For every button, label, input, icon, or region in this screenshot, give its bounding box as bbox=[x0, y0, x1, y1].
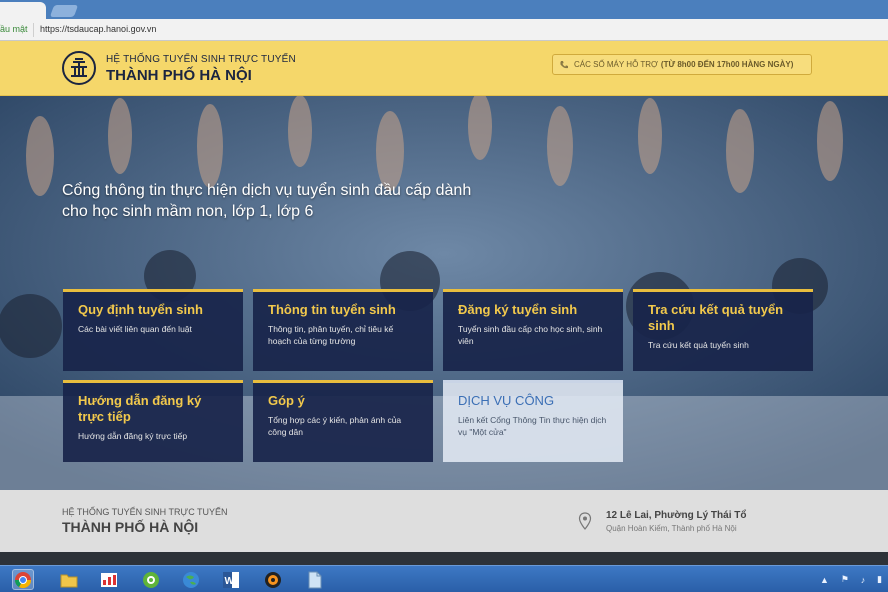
brand-subtitle: HỆ THỐNG TUYỂN SINH TRỰC TUYẾN bbox=[106, 54, 296, 65]
hero-banner: Cổng thông tin thực hiện dịch vụ tuyển s… bbox=[0, 96, 888, 490]
card-title: Quy định tuyển sinh bbox=[78, 302, 203, 317]
card-description: Tuyển sinh đầu cấp cho học sinh, sinh vi… bbox=[458, 324, 603, 346]
phone-icon bbox=[560, 60, 568, 68]
address-url[interactable]: https://tsdaucap.hanoi.gov.vn bbox=[40, 24, 156, 34]
temple-emblem-icon bbox=[71, 58, 87, 77]
card-dang-ky-tuyen-sinh[interactable]: Đăng ký tuyển sinh Tuyển sinh đầu cấp ch… bbox=[443, 289, 623, 371]
card-title: Đăng ký tuyển sinh bbox=[458, 302, 578, 317]
hero-headline: Cổng thông tin thực hiện dịch vụ tuyển s… bbox=[62, 182, 472, 220]
footer-subtitle: HỆ THỐNG TUYỂN SINH TRỰC TUYẾN bbox=[62, 507, 228, 517]
folder-icon[interactable] bbox=[58, 569, 80, 590]
site-logo[interactable] bbox=[62, 51, 96, 85]
card-quy-dinh-tuyen-sinh[interactable]: Quy định tuyển sinh Các bài viết liên qu… bbox=[63, 289, 243, 371]
support-hours: (TỪ 8h00 ĐẾN 17h00 HÀNG NGÀY) bbox=[660, 60, 794, 69]
card-description: Thông tin, phân tuyến, chỉ tiêu kế hoạch… bbox=[268, 324, 394, 346]
card-thong-tin-tuyen-sinh[interactable]: Thông tin tuyển sinh Thông tin, phân tuy… bbox=[253, 289, 433, 371]
address-bar[interactable]: ầu mật https://tsdaucap.hanoi.gov.vn bbox=[0, 19, 888, 41]
tray-network-icon[interactable]: ▲ bbox=[820, 575, 829, 585]
tray-signal-icon[interactable]: ▮ bbox=[877, 574, 882, 585]
card-huong-dan-dang-ky[interactable]: Hướng dẫn đăng ký trực tiếp Hướng dẫn đă… bbox=[63, 380, 243, 462]
system-tray: ▲ ⚑ ♪ ▮ bbox=[814, 566, 888, 592]
card-description: Tổng hợp các ý kiến, phản ánh của công d… bbox=[268, 415, 402, 437]
card-description: Các bài viết liên quan đến luật bbox=[78, 324, 192, 334]
footer-address-line1: 12 Lê Lai, Phường Lý Thái Tổ bbox=[606, 510, 747, 521]
site-header: HỆ THỐNG TUYỂN SINH TRỰC TUYẾN THÀNH PHỐ… bbox=[0, 41, 888, 96]
chrome-icon[interactable] bbox=[12, 569, 34, 590]
card-description: Hướng dẫn đăng ký trực tiếp bbox=[78, 431, 188, 441]
card-description: Tra cứu kết quả tuyển sinh bbox=[648, 340, 749, 350]
card-title: Tra cứu kết quả tuyển sinh bbox=[648, 302, 784, 333]
green-circle-app-icon[interactable] bbox=[140, 569, 162, 590]
card-gop-y[interactable]: Góp ý Tổng hợp các ý kiến, phản ánh của … bbox=[253, 380, 433, 462]
chart-app-icon[interactable] bbox=[98, 569, 120, 590]
card-title: DỊCH VỤ CÔNG bbox=[458, 393, 555, 408]
support-label: CÁC SỐ MÁY HỖ TRỢ bbox=[574, 60, 658, 69]
location-pin-icon bbox=[578, 512, 592, 530]
browser-tab-bar bbox=[0, 0, 888, 19]
media-app-icon[interactable] bbox=[262, 569, 284, 590]
card-dich-vu-cong[interactable]: DỊCH VỤ CÔNG Liên kết Cổng Thông Tin thự… bbox=[443, 380, 623, 462]
tray-flag-icon[interactable]: ⚑ bbox=[841, 574, 849, 585]
windows-taskbar: W ▲ ⚑ ♪ ▮ bbox=[0, 565, 888, 592]
address-prefix: ầu mật bbox=[0, 24, 28, 34]
card-title: Hướng dẫn đăng ký trực tiếp bbox=[78, 393, 202, 424]
new-tab-button[interactable] bbox=[49, 5, 79, 17]
address-separator bbox=[33, 23, 34, 37]
word-icon[interactable]: W bbox=[220, 569, 242, 590]
card-title: Thông tin tuyển sinh bbox=[268, 302, 396, 317]
browser-tab[interactable] bbox=[0, 2, 46, 19]
tray-volume-icon[interactable]: ♪ bbox=[861, 575, 866, 585]
footer-address-line2: Quận Hoàn Kiếm, Thành phố Hà Nội bbox=[606, 524, 737, 533]
card-description: Liên kết Cổng Thông Tin thực hiện dịch v… bbox=[458, 415, 607, 437]
card-tra-cuu-ket-qua[interactable]: Tra cứu kết quả tuyển sinh Tra cứu kết q… bbox=[633, 289, 813, 371]
support-phone-button[interactable]: CÁC SỐ MÁY HỖ TRỢ (TỪ 8h00 ĐẾN 17h00 HÀN… bbox=[552, 54, 812, 75]
brand-title[interactable]: THÀNH PHỐ HÀ NỘI bbox=[106, 67, 252, 84]
footer-title: THÀNH PHỐ HÀ NỘI bbox=[62, 519, 199, 535]
file-app-icon[interactable] bbox=[304, 569, 326, 590]
globe-app-icon[interactable] bbox=[180, 569, 202, 590]
card-title: Góp ý bbox=[268, 393, 305, 408]
footer-bottom-strip bbox=[0, 552, 888, 565]
site-footer: HỆ THỐNG TUYỂN SINH TRỰC TUYẾN THÀNH PHỐ… bbox=[0, 490, 888, 552]
svg-text:W: W bbox=[225, 576, 235, 587]
